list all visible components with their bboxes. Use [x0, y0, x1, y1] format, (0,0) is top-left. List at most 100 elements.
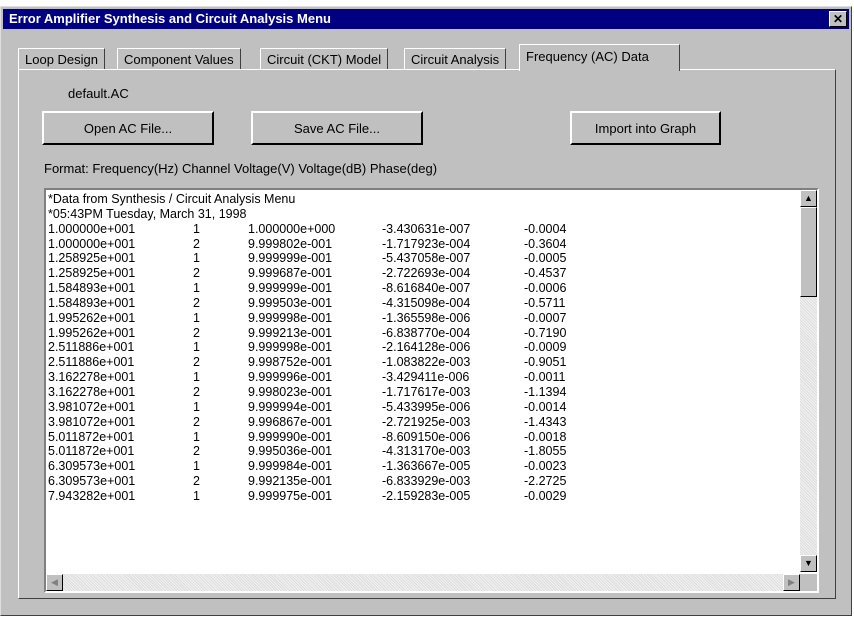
open-ac-file-button[interactable]: Open AC File...: [42, 111, 214, 145]
voltage-db-cell: -1.365598e-006: [382, 310, 471, 325]
channel-cell: 2: [193, 325, 200, 340]
data-row: 1.258925e+001 2 9.999687e-001 -2.722693e-00…: [48, 266, 798, 281]
phase-cell: -0.0011: [524, 370, 566, 385]
close-button[interactable]: ✕: [829, 11, 847, 27]
window-title: Error Amplifier Synthesis and Circuit An…: [9, 11, 331, 26]
voltage-cell: 9.999996e-001: [248, 370, 333, 385]
channel-cell: 2: [193, 414, 200, 429]
frequency-cell: 1.258925e+001: [48, 266, 136, 281]
voltage-cell: 9.995036e-001: [248, 444, 333, 459]
voltage-cell: 9.999213e-001: [248, 325, 333, 340]
voltage-cell: 9.999998e-001: [248, 310, 333, 325]
phase-cell: -0.3604: [524, 236, 567, 251]
frequency-cell: 2.511886e+001: [48, 340, 135, 355]
phase-cell: -0.7190: [524, 325, 567, 340]
voltage-cell: 9.992135e-001: [248, 474, 333, 489]
data-row: 2.511886e+001 2 9.998752e-001 -1.083822e-00…: [48, 355, 798, 370]
channel-cell: 1: [193, 459, 200, 474]
frequency-cell: 6.309573e+001: [48, 459, 136, 474]
voltage-db-cell: -8.616840e-007: [382, 281, 471, 296]
vertical-scroll-thumb[interactable]: [800, 207, 817, 297]
tab-loop-design[interactable]: Loop Design: [18, 48, 105, 70]
title-bar[interactable]: Error Amplifier Synthesis and Circuit An…: [3, 9, 849, 29]
data-row: 1.258925e+001 1 9.999999e-001 -5.437058e-00…: [48, 251, 798, 266]
voltage-db-cell: -1.363667e-005: [382, 459, 471, 474]
frequency-cell: 1.995262e+001: [48, 310, 136, 325]
voltage-db-cell: -6.838770e-004: [382, 325, 471, 340]
voltage-db-cell: -6.833929e-003: [382, 474, 471, 489]
voltage-db-cell: -2.722693e-004: [382, 266, 471, 281]
voltage-db-cell: -1.717923e-004: [382, 236, 471, 251]
data-row: 6.309573e+001 1 9.999984e-001 -1.363667e-00…: [48, 459, 798, 474]
voltage-db-cell: -3.429411e-006: [382, 370, 470, 385]
listing-header-line: *Data from Synthesis / Circuit Analysis …: [48, 192, 296, 206]
data-row: 1.995262e+001 2 9.999213e-001 -6.838770e-00…: [48, 326, 798, 341]
ac-data-listbox[interactable]: *Data from Synthesis / Circuit Analysis …: [44, 188, 819, 593]
phase-cell: -1.8055: [524, 444, 567, 459]
scroll-down-arrow-icon[interactable]: ▼: [800, 555, 817, 572]
import-into-graph-button[interactable]: Import into Graph: [570, 111, 721, 145]
voltage-db-cell: -5.433995e-006: [382, 399, 471, 414]
channel-cell: 2: [193, 295, 200, 310]
voltage-cell: 1.000000e+000: [248, 221, 336, 236]
channel-cell: 1: [193, 399, 200, 414]
voltage-db-cell: -1.083822e-003: [382, 355, 471, 370]
save-ac-file-button[interactable]: Save AC File...: [251, 111, 423, 145]
voltage-cell: 9.999984e-001: [248, 459, 333, 474]
horizontal-scrollbar[interactable]: ◀ ▶: [46, 574, 800, 591]
voltage-db-cell: -4.313170e-003: [382, 444, 471, 459]
frequency-cell: 1.000000e+001: [48, 236, 136, 251]
voltage-db-cell: -4.315098e-004: [382, 295, 471, 310]
channel-cell: 1: [193, 281, 200, 296]
scroll-up-arrow-icon[interactable]: ▲: [800, 190, 817, 207]
voltage-cell: 9.999998e-001: [248, 340, 333, 355]
tab-circuit-model[interactable]: Circuit (CKT) Model: [260, 48, 389, 70]
data-row: 3.981072e+001 2 9.996867e-001 -2.721925e-00…: [48, 415, 798, 430]
frequency-cell: 3.162278e+001: [48, 370, 136, 385]
listing-header-line: *05:43PM Tuesday, March 31, 1998: [48, 206, 247, 221]
voltage-cell: 9.999503e-001: [248, 295, 333, 310]
vertical-scrollbar[interactable]: ▲ ▼: [800, 190, 817, 572]
data-row: 6.309573e+001 2 9.992135e-001 -6.833929e-00…: [48, 474, 798, 489]
frequency-cell: 2.511886e+001: [48, 355, 135, 370]
channel-cell: 1: [193, 429, 200, 444]
voltage-cell: 9.999990e-001: [248, 429, 333, 444]
phase-cell: -2.2725: [524, 474, 567, 489]
voltage-cell: 9.999687e-001: [248, 266, 333, 281]
data-row: 7.943282e+001 1 9.999975e-001 -2.159283e-00…: [48, 489, 798, 504]
scroll-left-arrow-icon[interactable]: ◀: [46, 574, 63, 591]
data-row: 1.000000e+001 1 1.000000e+000 -3.430631e-00…: [48, 222, 798, 237]
tab-component-values[interactable]: Component Values: [117, 48, 241, 70]
phase-cell: -0.0006: [524, 281, 567, 296]
voltage-db-cell: -3.430631e-007: [382, 221, 471, 236]
channel-cell: 1: [193, 310, 200, 325]
channel-cell: 1: [193, 221, 200, 236]
frequency-cell: 1.584893e+001: [48, 281, 136, 296]
tab-frequency-ac-data[interactable]: Frequency (AC) Data: [519, 44, 680, 71]
file-name-label: default.AC: [68, 86, 129, 101]
frequency-cell: 5.011872e+001: [48, 444, 135, 459]
data-row: 1.584893e+001 1 9.999999e-001 -8.616840e-00…: [48, 281, 798, 296]
phase-cell: -0.0029: [524, 488, 567, 503]
channel-cell: 1: [193, 370, 200, 385]
frequency-cell: 1.995262e+001: [48, 325, 136, 340]
channel-cell: 2: [193, 236, 200, 251]
phase-cell: -1.4343: [524, 414, 567, 429]
data-row: 1.000000e+001 2 9.999802e-001 -1.717923e-00…: [48, 237, 798, 252]
phase-cell: -0.0014: [524, 399, 567, 414]
scroll-right-arrow-icon[interactable]: ▶: [783, 574, 800, 591]
voltage-db-cell: -2.159283e-005: [382, 488, 471, 503]
channel-cell: 2: [193, 474, 200, 489]
data-row: 3.981072e+001 1 9.999994e-001 -5.433995e-00…: [48, 400, 798, 415]
voltage-db-cell: -2.721925e-003: [382, 414, 471, 429]
frequency-cell: 3.162278e+001: [48, 384, 136, 399]
voltage-cell: 9.999802e-001: [248, 236, 333, 251]
tab-circuit-analysis[interactable]: Circuit Analysis: [404, 48, 507, 70]
phase-cell: -0.0007: [524, 310, 567, 325]
voltage-db-cell: -5.437058e-007: [382, 251, 471, 266]
channel-cell: 1: [193, 251, 200, 266]
frequency-cell: 1.584893e+001: [48, 295, 136, 310]
phase-cell: -1.1394: [524, 384, 567, 399]
channel-cell: 2: [193, 266, 200, 281]
frequency-cell: 1.000000e+001: [48, 221, 136, 236]
